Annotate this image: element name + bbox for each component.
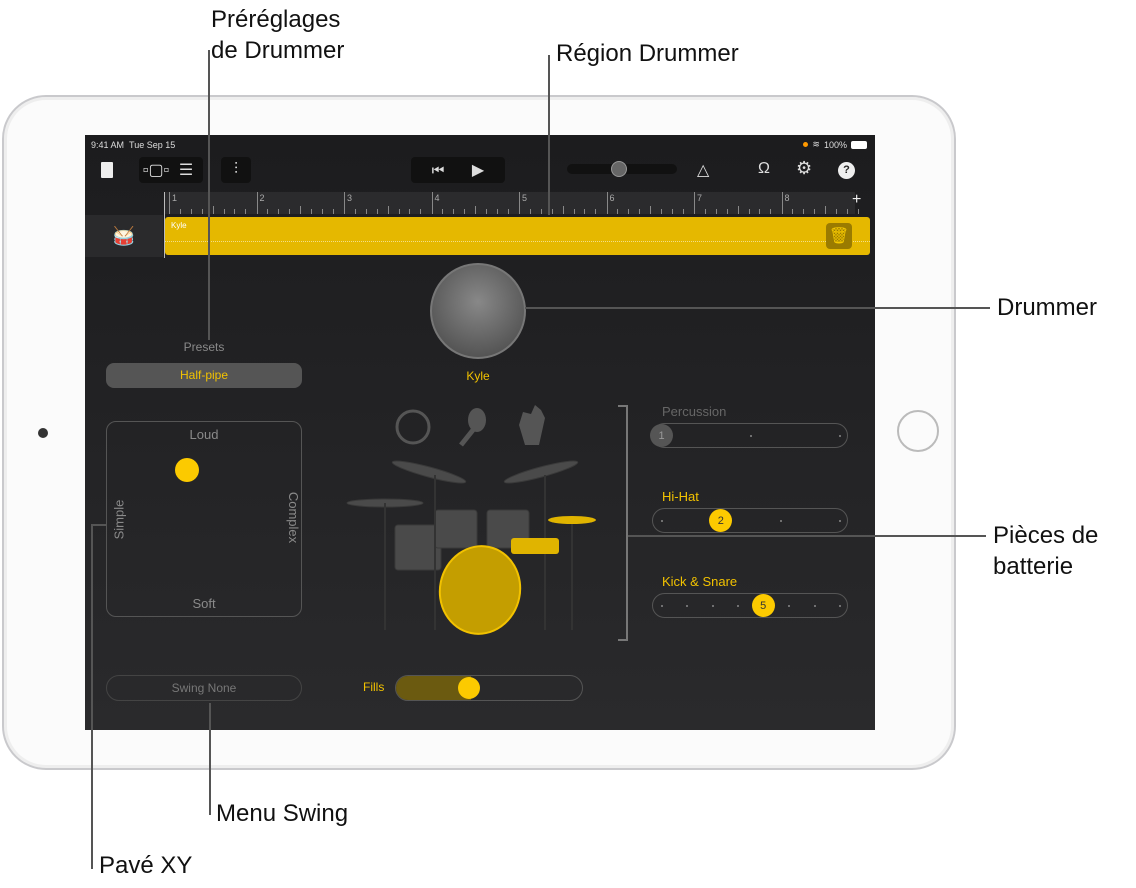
fills-label: Fills (363, 680, 385, 694)
drummer-avatar[interactable] (430, 263, 526, 359)
region-name: Kyle (171, 221, 187, 230)
callout-swing: Menu Swing (216, 800, 349, 827)
piece-label: Percussion (662, 404, 727, 419)
bar-number: 6 (609, 193, 615, 203)
shaker-icon (468, 408, 486, 432)
bar-number: 5 (522, 193, 528, 203)
drummer-name: Kyle (466, 369, 490, 383)
piece-kick-snare: Kick & Snare 5 (652, 571, 848, 618)
presets-label: Presets (183, 340, 225, 354)
go-to-start-icon[interactable]: ⏮ (418, 162, 458, 179)
bar-number: 4 (434, 193, 440, 203)
status-time: 9:41 AM Tue Sep 15 (91, 140, 176, 150)
piece-label: Kick & Snare (662, 574, 738, 589)
fills-knob[interactable] (458, 677, 481, 699)
timeline-ruler[interactable]: 1 2 3 4 5 6 7 8 (165, 192, 859, 214)
callout-presets: Préréglages de Drummer (211, 6, 345, 65)
bar-number: 2 (259, 193, 265, 203)
piece-slider[interactable]: 5 (652, 593, 848, 618)
settings-icon[interactable]: ⚙ (796, 158, 812, 179)
bar-number: 3 (347, 193, 353, 203)
xy-soft-label: Soft (192, 596, 216, 611)
play-icon[interactable]: ▶ (458, 160, 498, 180)
swing-menu[interactable]: Swing None (106, 675, 302, 701)
piece-knob[interactable]: 5 (751, 594, 775, 617)
bar-number: 7 (697, 193, 703, 203)
piece-slider[interactable]: 2 (652, 508, 848, 533)
bar-tick (694, 192, 695, 214)
callout-pieces: Pièces de batterie (993, 522, 1099, 581)
bar-number: 1 (172, 193, 178, 203)
xy-complex-label: Complex (285, 491, 301, 544)
xy-puck[interactable] (175, 458, 199, 482)
presets-button[interactable]: Half-pipe (106, 363, 302, 388)
volume-slider[interactable] (567, 161, 677, 177)
bar-tick (519, 192, 520, 214)
wifi-icon: ≋ (812, 139, 820, 149)
drum-kit-icon: 🥁 (112, 226, 136, 246)
hand-clap-icon (519, 405, 545, 445)
bar-tick (431, 192, 433, 214)
piece-percussion: Percussion 1 (650, 401, 848, 448)
piece-label: Hi-Hat (662, 489, 699, 504)
list-view-icon[interactable]: ☰ (171, 160, 201, 180)
metronome-icon[interactable]: △ (697, 160, 709, 180)
callout-drummer: Drummer (997, 294, 1097, 321)
mixer-icon[interactable]: ⫶ (221, 157, 251, 183)
help-icon[interactable]: ? (838, 162, 855, 179)
bar-number: 8 (784, 193, 790, 203)
bar-tick (781, 192, 783, 214)
piece-hi-hat: Hi-Hat 2 (652, 486, 848, 533)
bar-tick (169, 192, 170, 214)
tambourine-icon (395, 409, 431, 445)
hi-hat (548, 516, 596, 524)
bar-tick (256, 192, 258, 214)
camera (38, 428, 48, 438)
battery-icon (851, 140, 867, 149)
loop-icon[interactable]: Ω (758, 160, 770, 178)
piece-knob[interactable]: 2 (709, 509, 733, 532)
drum-kit[interactable] (345, 400, 615, 640)
fills-slider[interactable] (395, 675, 583, 701)
piece-slider[interactable]: 1 (650, 423, 848, 448)
pieces-bracket (618, 405, 628, 641)
document-icon[interactable] (101, 162, 113, 178)
xy-simple-label: Simple (111, 499, 127, 540)
callout-xy: Pavé XY (99, 852, 193, 879)
bar-tick (606, 192, 608, 214)
home-button (897, 410, 939, 452)
callout-region: Région Drummer (556, 40, 739, 67)
snare-drum (511, 538, 559, 554)
tracks-view-icon[interactable]: ▫▢▫ (141, 160, 171, 180)
xy-pad[interactable]: Loud Soft Simple Complex (106, 421, 302, 617)
drummer-track-header[interactable]: 🥁 (85, 215, 163, 257)
status-right: ≋ 100% (803, 139, 867, 150)
drummer-region[interactable]: Kyle 🗑 (165, 217, 870, 255)
garageband-screen: 9:41 AM Tue Sep 15 ≋ 100% ▫▢▫ ☰ ⫶ ⏮ ▶ △ Ω ⚙… (85, 135, 875, 730)
bar-tick (344, 192, 345, 214)
xy-loud-label: Loud (189, 427, 219, 442)
add-section-button[interactable]: + (852, 191, 861, 209)
piece-knob[interactable]: 1 (650, 424, 673, 447)
trash-icon[interactable]: 🗑 (826, 223, 852, 249)
